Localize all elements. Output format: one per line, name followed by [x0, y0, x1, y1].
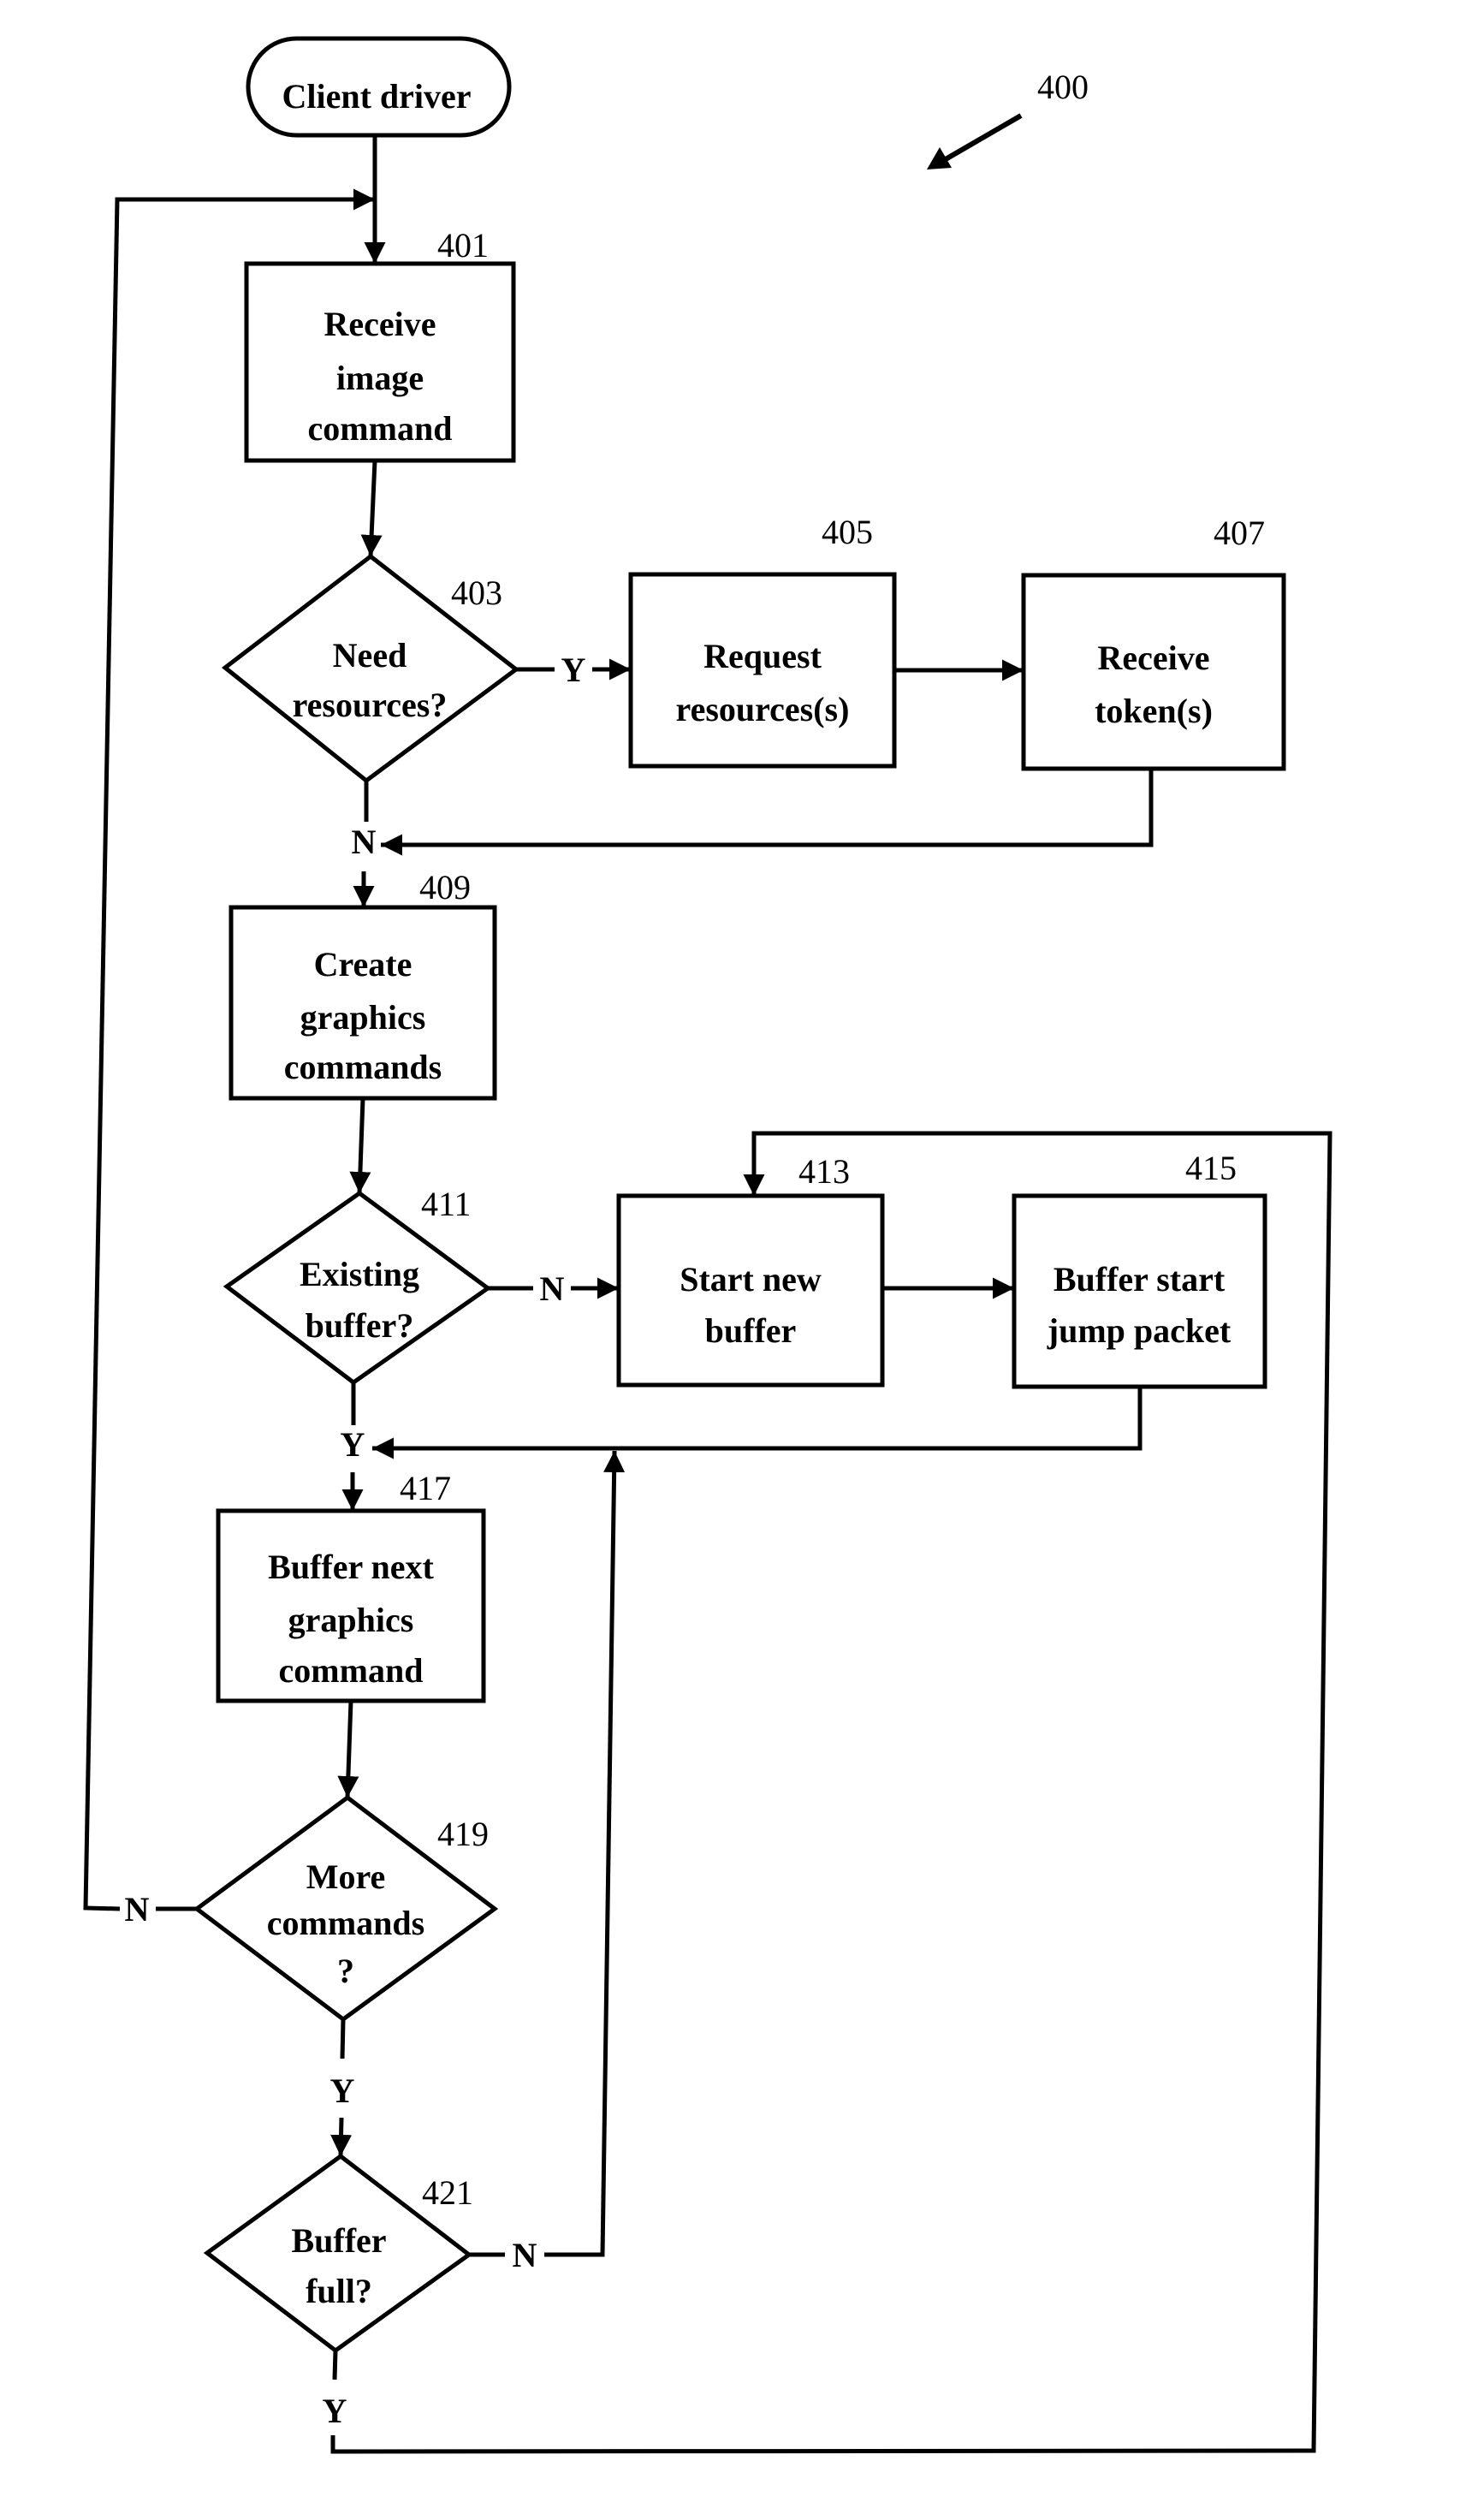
node-text-line: Need	[333, 636, 407, 675]
step-number-401: 401	[437, 226, 489, 264]
step-number-409: 409	[419, 868, 471, 906]
node-text-line: image	[336, 359, 424, 397]
step-number-405: 405	[822, 513, 873, 551]
step-number-413: 413	[798, 1152, 850, 1191]
step-number-415: 415	[1185, 1149, 1237, 1187]
node-text-line: Create	[314, 945, 413, 984]
node-text-line: buffer?	[306, 1306, 414, 1345]
node-text-line: Receive	[323, 305, 436, 343]
node-text-line: Receive	[1097, 639, 1209, 677]
branch-label-yes: Y	[323, 2392, 347, 2430]
node-text-line: Buffer next	[268, 1548, 434, 1586]
node-text-line: graphics	[288, 1601, 414, 1639]
step-number-407: 407	[1214, 514, 1265, 552]
node-text-line: ?	[337, 1952, 354, 1990]
figure-reference-number: 400	[1037, 68, 1089, 106]
step-number-419: 419	[437, 1815, 489, 1853]
node-text-line: command	[308, 409, 453, 448]
node-text-line: commands	[284, 1048, 442, 1086]
node-text-line: resources?	[293, 686, 448, 724]
flowchart-400: Client driver Receive image command Need reso…	[0, 0, 1472, 2520]
step-number-421: 421	[422, 2173, 473, 2212]
node-text-line: More	[306, 1857, 386, 1896]
node-text-line: Buffer	[291, 2221, 386, 2260]
branch-label-no: N	[513, 2236, 537, 2274]
step-number-403: 403	[451, 574, 502, 612]
node-text-line: Buffer start	[1054, 1260, 1226, 1299]
node-text-line: commands	[267, 1904, 424, 1942]
node-text-line: Request	[703, 637, 822, 675]
node-text-line: Client driver	[282, 77, 471, 116]
branch-label-no: N	[540, 1269, 565, 1308]
branch-label-no: N	[125, 1890, 150, 1929]
node-text-line: jump packet	[1047, 1311, 1232, 1350]
node-text-line: graphics	[300, 998, 426, 1037]
branch-label-no: N	[352, 823, 377, 861]
step-number-411: 411	[421, 1185, 472, 1223]
node-text-line: command	[279, 1651, 424, 1690]
node-text-line: buffer	[705, 1311, 797, 1350]
step-number-417: 417	[400, 1469, 451, 1507]
node-text-line: Existing	[300, 1255, 419, 1293]
branch-label-yes: Y	[341, 1425, 365, 1464]
branch-label-yes: Y	[561, 651, 586, 689]
node-text-line: full?	[306, 2272, 372, 2310]
node-text-line: token(s)	[1095, 692, 1213, 730]
node-text-line: resources(s)	[676, 690, 850, 728]
node-text-line: Start new	[680, 1260, 822, 1299]
branch-label-yes: Y	[330, 2071, 355, 2110]
